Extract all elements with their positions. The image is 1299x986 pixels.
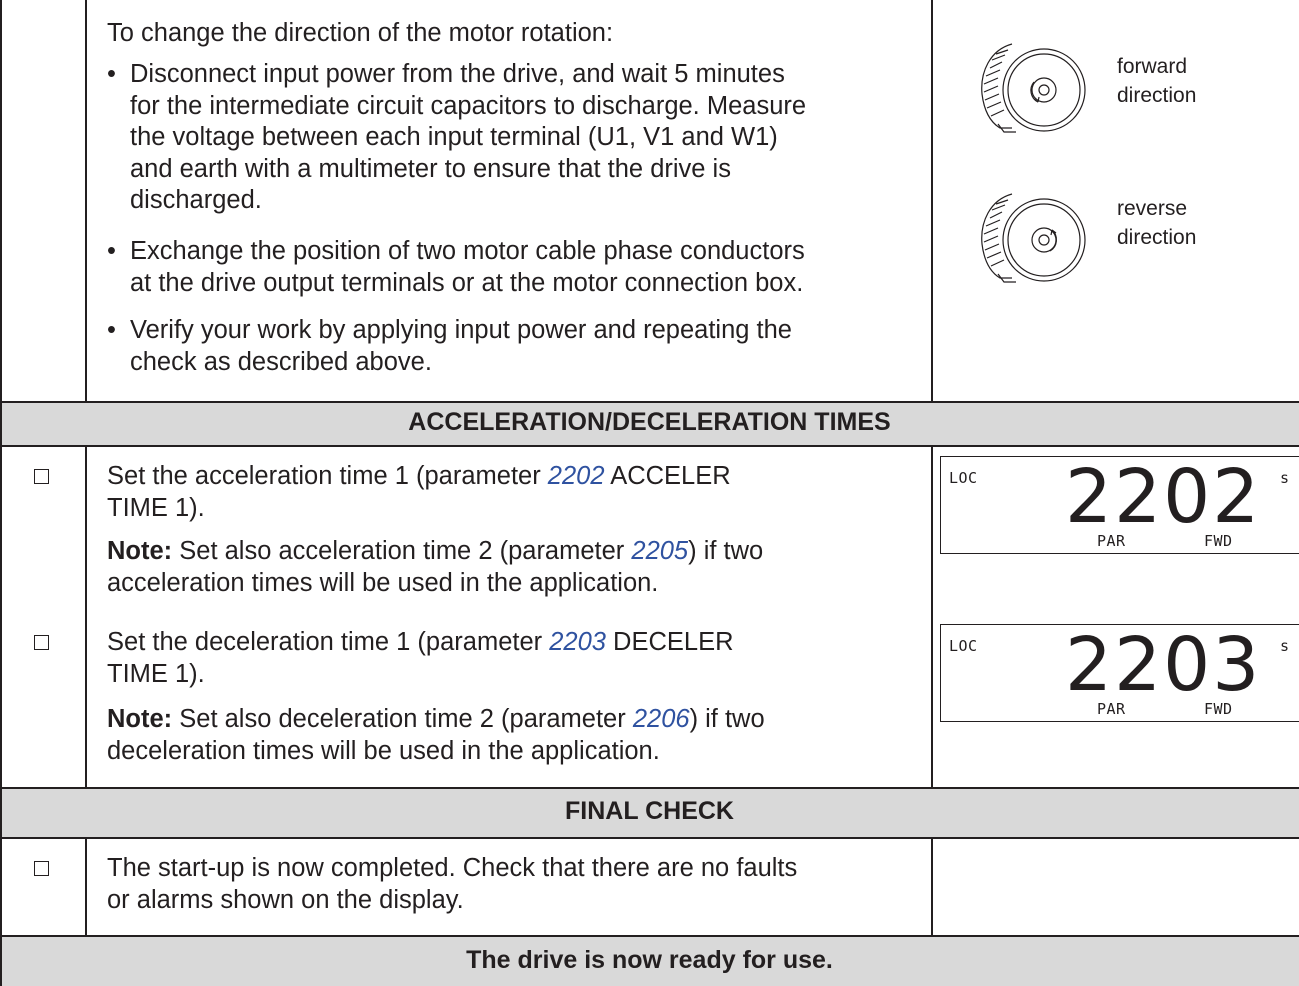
decel-note-line1: Note: Set also deceleration time 2 (para… [107, 704, 765, 736]
decel-note-line2: deceleration times will be used in the a… [107, 736, 660, 765]
accel-note: Note: Set also acceleration time 2 (para… [107, 536, 763, 599]
final-line: or alarms shown on the display. [107, 885, 464, 914]
control-panel-display: LOC 2203 s PAR FWD [940, 624, 1299, 722]
text-span: Set the deceleration time 1 (parameter [107, 628, 550, 656]
note-label: Note: [107, 705, 173, 733]
accel-line1: Set the acceleration time 1 (parameter 2… [107, 461, 731, 493]
display-fwd: FWD [1204, 700, 1233, 718]
note-label: Note: [107, 537, 173, 565]
grid-line [85, 0, 87, 401]
bullet-3-line: Verify your work by applying input power… [130, 316, 792, 344]
grid-line [0, 401, 1299, 403]
decel-note: Note: Set also deceleration time 2 (para… [107, 704, 765, 767]
param-link-2206[interactable]: 2206 [633, 705, 690, 733]
grid-line [85, 445, 87, 787]
caption-line: forward [1117, 55, 1188, 78]
display-loc: LOC [949, 469, 978, 487]
checkbox-icon[interactable] [34, 635, 49, 650]
checkbox-icon[interactable] [34, 861, 49, 876]
final-check-text: The start-up is now completed. Check tha… [107, 853, 797, 916]
decel-line2: TIME 1). [107, 659, 205, 688]
display-value: 2202 [1065, 454, 1262, 540]
display-unit: s [1280, 469, 1290, 487]
motor-forward-label: forward direction [1117, 52, 1196, 110]
text-span: Set the acceleration time 1 (parameter [107, 462, 548, 490]
section-title-final: FINAL CHECK [565, 797, 734, 825]
text-span: ACCELER [604, 462, 731, 490]
final-line: The start-up is now completed. Check tha… [107, 854, 798, 882]
display-unit: s [1280, 637, 1290, 655]
param-link-2203[interactable]: 2203 [549, 628, 606, 656]
text-span: ) if two [689, 705, 765, 733]
display-value: 2203 [1065, 622, 1262, 708]
bullet-1-line: the voltage between each input terminal … [130, 123, 778, 151]
bullet-2-line: at the drive output terminals or at the … [130, 268, 804, 297]
bullet-1-line: for the intermediate circuit capacitors … [130, 91, 807, 120]
text-span: Set also acceleration time 2 (parameter [172, 537, 632, 565]
text-span: Set also deceleration time 2 (parameter [172, 705, 633, 733]
bullet-2-text: Exchange the position of two motor cable… [130, 236, 805, 299]
grid-line [0, 445, 1299, 447]
motor-reverse-icon [981, 193, 1086, 283]
decel-line1: Set the deceleration time 1 (parameter 2… [107, 627, 734, 659]
display-loc: LOC [949, 637, 978, 655]
motor-forward-icon [981, 43, 1086, 133]
bullet-marker: • [107, 316, 116, 344]
accel-line2: TIME 1). [107, 493, 205, 522]
text-span: DECELER [605, 628, 734, 656]
accel-instruction: Set the acceleration time 1 (parameter 2… [107, 461, 731, 524]
bullet-2-line: Exchange the position of two motor cable… [130, 237, 805, 265]
text-span: ) if two [688, 537, 764, 565]
bullet-1-line: discharged. [130, 186, 262, 214]
bullet-3-line: check as described above. [130, 347, 432, 376]
bullet-1-line: and earth with a multimeter to ensure th… [130, 154, 731, 183]
caption-line: reverse [1117, 197, 1188, 220]
bullet-marker: • [107, 237, 116, 265]
grid-line [85, 837, 87, 935]
intro-heading: To change the direction of the motor rot… [107, 19, 614, 47]
checkbox-icon[interactable] [34, 469, 49, 484]
bullet-3-text: Verify your work by applying input power… [130, 315, 792, 378]
display-fwd: FWD [1204, 532, 1233, 550]
bullet-1-text: Disconnect input power from the drive, a… [130, 59, 806, 217]
grid-line [0, 837, 1299, 839]
grid-line [931, 837, 933, 935]
control-panel-display: LOC 2202 s PAR FWD [940, 456, 1299, 554]
bullet-1-line: Disconnect input power from the drive, a… [130, 60, 785, 88]
section-title-ready: The drive is now ready for use. [466, 946, 833, 974]
accel-note-line2: acceleration times will be used in the a… [107, 568, 659, 597]
section-title-accel: ACCELERATION/DECELERATION TIMES [408, 408, 891, 436]
param-link-2202[interactable]: 2202 [548, 462, 605, 490]
caption-line: direction [1117, 84, 1197, 107]
param-link-2205[interactable]: 2205 [631, 537, 688, 565]
bullet-marker: • [107, 60, 116, 88]
display-par: PAR [1097, 532, 1126, 550]
motor-reverse-label: reverse direction [1117, 194, 1196, 252]
display-par: PAR [1097, 700, 1126, 718]
grid-line [0, 935, 1299, 937]
decel-instruction: Set the deceleration time 1 (parameter 2… [107, 627, 734, 690]
grid-line [931, 445, 933, 787]
accel-note-line1: Note: Set also acceleration time 2 (para… [107, 536, 763, 568]
grid-line [0, 787, 1299, 789]
caption-line: direction [1117, 226, 1197, 249]
grid-line [931, 0, 933, 401]
